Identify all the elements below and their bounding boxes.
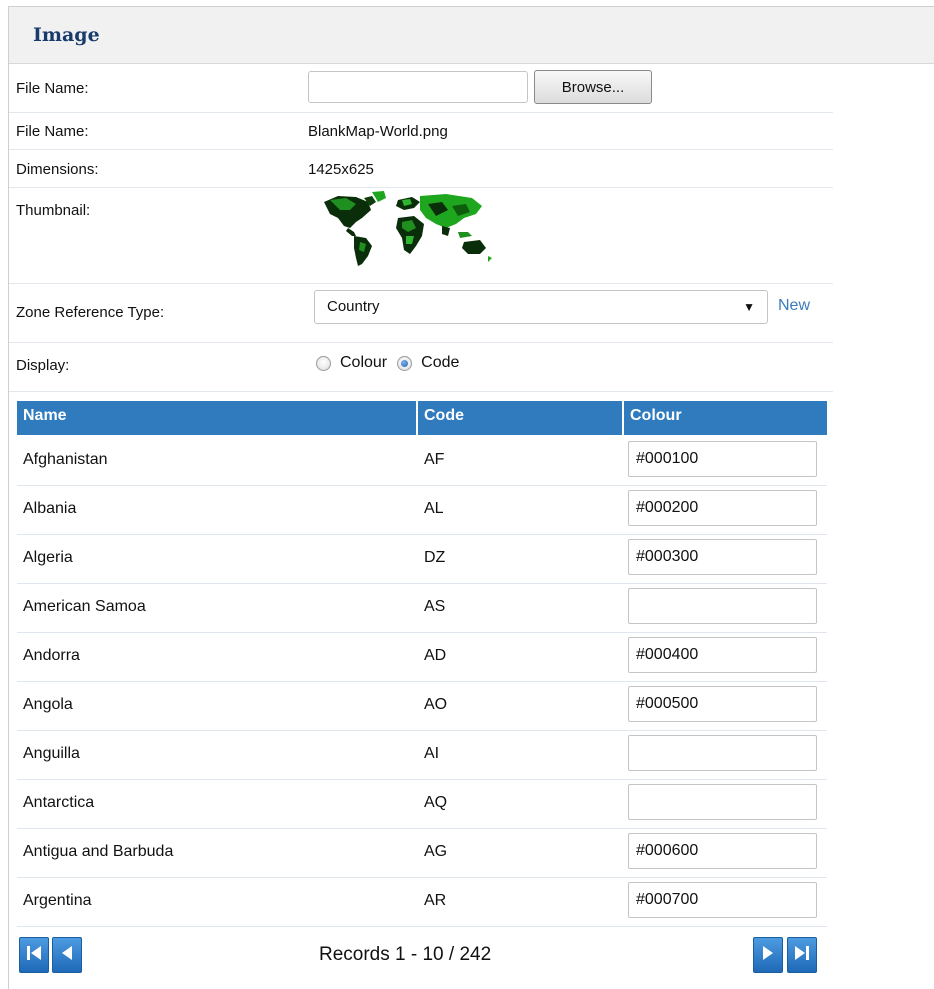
row-code: AO [424,696,448,713]
column-header-code[interactable]: Code [418,401,624,435]
panel-header: Image [9,7,934,64]
next-page-icon [761,945,775,966]
row-name: Anguilla [23,745,80,762]
thumbnail-label: Thumbnail: [16,202,91,219]
dimensions-row: Dimensions: 1425x625 [9,150,833,188]
table-row: Antigua and Barbuda AG [17,828,827,878]
previous-page-icon [60,945,74,966]
previous-page-button[interactable] [52,937,82,973]
display-label: Display: [16,357,70,374]
first-page-button[interactable] [19,937,49,973]
row-name: American Samoa [23,598,146,615]
row-colour-input[interactable] [628,588,817,624]
file-upload-row: File Name: Browse... [9,64,833,113]
table-row: American Samoa AS [17,583,827,633]
file-upload-label: File Name: [16,80,89,97]
code-radio-label[interactable]: Code [421,354,459,372]
row-code: AF [424,451,445,468]
column-header-name[interactable]: Name [17,401,418,435]
table-row: Argentina AR [17,877,827,927]
row-code: AR [424,892,447,909]
panel-title: Image [33,24,100,46]
row-colour-input[interactable] [628,490,817,526]
row-code: AD [424,647,447,664]
file-name-row: File Name: BlankMap-World.png [9,113,833,150]
image-panel: Image File Name: Browse... File Name: Bl… [8,6,934,989]
chevron-down-icon: ▼ [743,300,755,314]
row-name: Antarctica [23,794,95,811]
records-count: Records 1 - 10 / 242 [319,944,492,965]
file-name-label: File Name: [16,123,89,140]
zone-reference-type-row: Zone Reference Type: Country ▼ New [9,284,833,343]
row-colour-input[interactable] [628,833,817,869]
file-path-input[interactable] [308,71,528,103]
row-name: Albania [23,500,77,517]
column-header-colour[interactable]: Colour [624,401,827,435]
row-colour-input[interactable] [628,539,817,575]
table-row: Angola AO [17,681,827,731]
last-page-button[interactable] [787,937,817,973]
row-colour-input[interactable] [628,882,817,918]
display-radio-group: Colour Code [316,354,469,372]
row-code: DZ [424,549,446,566]
row-colour-input[interactable] [628,784,817,820]
row-colour-input[interactable] [628,686,817,722]
table-row: Albania AL [17,485,827,535]
colour-radio[interactable] [316,355,331,371]
zone-reference-type-label: Zone Reference Type: [16,304,165,321]
table-row: Anguilla AI [17,730,827,780]
row-code: AS [424,598,446,615]
row-name: Angola [23,696,73,713]
dimensions-value: 1425x625 [308,161,374,178]
row-code: AI [424,745,440,762]
row-name: Andorra [23,647,80,664]
dimensions-label: Dimensions: [16,161,99,178]
row-colour-input[interactable] [628,441,817,477]
display-row: Display: Colour Code [9,343,833,392]
row-name: Argentina [23,892,92,909]
row-code: AG [424,843,448,860]
code-radio[interactable] [397,355,413,371]
file-name-value: BlankMap-World.png [308,123,448,140]
colour-radio-label[interactable]: Colour [340,354,387,372]
next-page-button[interactable] [753,937,783,973]
table-row: Algeria DZ [17,534,827,584]
row-code: AL [424,500,444,517]
world-map-thumbnail-icon [324,191,492,266]
table-row: Afghanistan AF [17,436,827,486]
row-code: AQ [424,794,448,811]
table-row: Antarctica AQ [17,779,827,829]
last-page-icon [793,945,811,966]
thumbnail-row: Thumbnail: [9,188,833,284]
zone-reference-type-value: Country [327,298,380,315]
browse-button[interactable]: Browse... [534,70,652,104]
table-row: Andorra AD [17,632,827,682]
new-zone-reference-link[interactable]: New [778,297,810,315]
row-name: Algeria [23,549,73,566]
grid-header: Name Code Colour [17,401,827,435]
row-colour-input[interactable] [628,637,817,673]
zone-reference-type-select[interactable]: Country ▼ [314,290,768,324]
pager: Records 1 - 10 / 242 [17,937,827,977]
row-name: Afghanistan [23,451,108,468]
row-name: Antigua and Barbuda [23,843,174,860]
first-page-icon [25,945,43,966]
row-colour-input[interactable] [628,735,817,771]
